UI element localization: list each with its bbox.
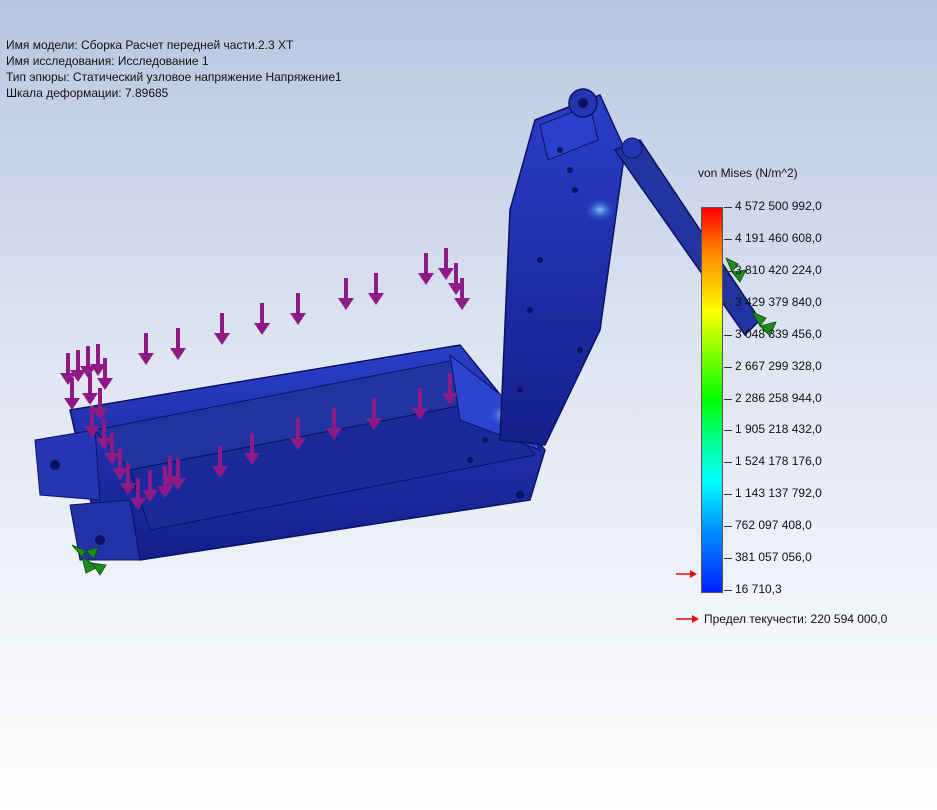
legend-tick-mark (724, 558, 732, 560)
lift-arm (499, 88, 626, 446)
legend-tick-mark (724, 270, 732, 272)
legend-tick-mark (724, 398, 732, 400)
yield-strength-label: Предел текучести: 220 594 000,0 (704, 612, 888, 626)
load-arrow-icon (368, 273, 384, 305)
legend-tick-mark (724, 366, 732, 368)
legend-tick-label: 762 097 408,0 (735, 518, 812, 533)
legend-tick-mark (724, 430, 732, 432)
legend-tick-label: 4 572 500 992,0 (735, 199, 822, 213)
legend-tick-mark (724, 526, 732, 528)
legend-tick-label: 4 191 460 608,0 (735, 230, 822, 245)
legend-tick-mark (724, 590, 732, 591)
load-arrow-icon (64, 378, 80, 410)
load-arrow-icon (254, 303, 270, 335)
model-viewport[interactable] (0, 0, 937, 810)
load-arrow-icon (338, 278, 354, 310)
yield-arrow-icon (676, 615, 699, 623)
legend-tick-label: 3 810 420 224,0 (735, 262, 822, 277)
load-arrow-icon (214, 313, 230, 345)
legend-tick-label: 381 057 056,0 (735, 550, 812, 565)
load-arrow-icon (438, 248, 454, 280)
legend-colorbar (701, 207, 723, 593)
legend-tick-label: 1 905 218 432,0 (735, 422, 822, 437)
legend-tick-mark (724, 302, 732, 304)
legend-tick-label: 1 524 178 176,0 (735, 454, 822, 469)
legend-tick-mark (724, 494, 732, 496)
legend-tick-label: 16 710,3 (735, 582, 782, 596)
yield-strength: Предел текучести: 220 594 000,0 (676, 612, 887, 626)
legend-tick-mark (724, 334, 732, 336)
load-arrow-icon (138, 333, 154, 365)
load-arrow-icon (290, 293, 306, 325)
legend-tick-label: 3 429 379 840,0 (735, 294, 822, 309)
legend-tick-label: 2 667 299 328,0 (735, 358, 822, 373)
load-arrow-icon (82, 373, 98, 405)
legend-tick-label: 1 143 137 792,0 (735, 486, 822, 501)
legend-tick-label: 2 286 258 944,0 (735, 390, 822, 405)
load-arrow-icon (170, 328, 186, 360)
legend-title: von Mises (N/m^2) (698, 166, 798, 180)
legend-tick-mark (724, 207, 732, 208)
legend-tick-mark (724, 238, 732, 240)
legend-tick-mark (724, 462, 732, 464)
load-arrow-icon (418, 253, 434, 285)
legend-tick-label: 3 048 339 456,0 (735, 326, 822, 341)
yield-marker-arrow-icon (676, 570, 697, 578)
